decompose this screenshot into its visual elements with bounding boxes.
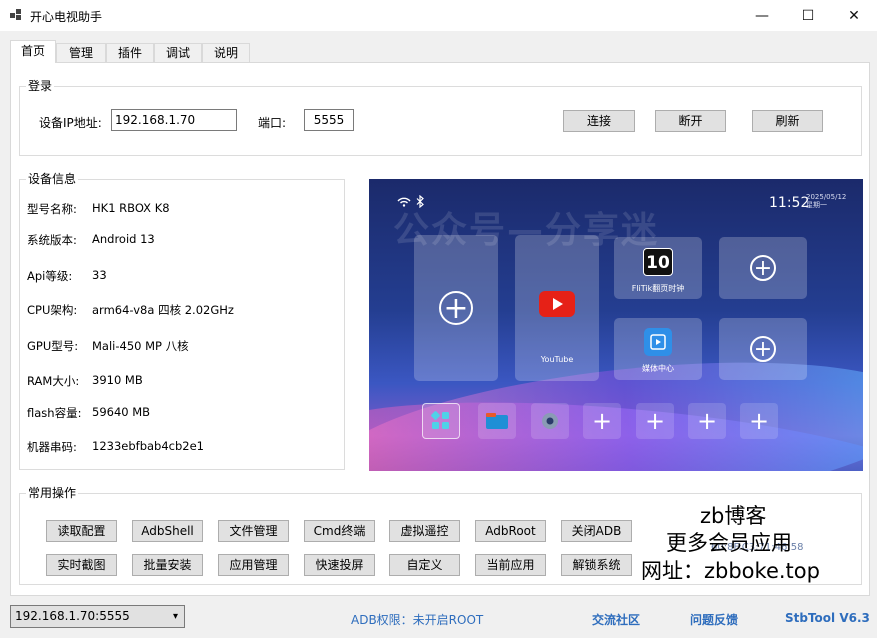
operations-group-label: 常用操作 (26, 486, 79, 500)
custom-button[interactable]: 自定义 (389, 554, 460, 576)
info-key: flash容量: (27, 406, 82, 420)
wifi-icon (397, 197, 411, 210)
close-button[interactable]: ✕ (831, 0, 877, 31)
info-value: Android 13 (92, 232, 155, 246)
info-key: CPU架构: (27, 303, 78, 317)
read-config-button[interactable]: 读取配置 (46, 520, 117, 542)
info-value: 1233ebfbab4cb2e1 (92, 439, 204, 453)
disconnect-button[interactable]: 断开 (655, 110, 726, 132)
login-group: 登录 设备IP地址: 192.168.1.70 端口: 5555 连接 断开 刷… (19, 79, 862, 156)
app-card-media[interactable]: 媒体中心 (614, 318, 702, 380)
app-manager-button[interactable]: 应用管理 (218, 554, 289, 576)
virtual-remote-button[interactable]: 虚拟遥控 (389, 520, 460, 542)
plus-icon: + (439, 291, 473, 326)
app-card-add[interactable]: + (414, 235, 498, 381)
maximize-button[interactable]: ☐ (785, 0, 831, 31)
info-value: 3910 MB (92, 373, 143, 387)
promo-line-3: 网址：zbboke.top (641, 559, 820, 583)
app-card-add[interactable]: + (719, 318, 807, 380)
refresh-button[interactable]: 刷新 (752, 110, 823, 132)
plus-icon: + (750, 336, 776, 362)
screen-preview[interactable]: 公众号—分享迷 11:52 2025/05/12 星期一 + YouTube 1… (369, 179, 863, 471)
adbroot-button[interactable]: AdbRoot (475, 520, 546, 542)
screenshot-button[interactable]: 实时截图 (46, 554, 117, 576)
adb-status-text: ADB权限：未开启ROOT (351, 613, 484, 627)
feedback-link[interactable]: 问题反馈 (690, 611, 738, 628)
file-manager-button[interactable]: 文件管理 (218, 520, 289, 542)
info-key: Api等级: (27, 269, 73, 283)
batch-install-button[interactable]: 批量安装 (132, 554, 203, 576)
app-card-youtube[interactable]: YouTube (515, 235, 599, 381)
port-label: 端口: (258, 116, 287, 130)
promo-line-2: 更多会员应用 (666, 531, 792, 555)
fliptik-label: FliTik翻页时钟 (631, 284, 685, 293)
adbshell-button[interactable]: AdbShell (132, 520, 203, 542)
app-card-add[interactable]: + (719, 237, 807, 299)
info-key: 型号名称: (27, 202, 77, 216)
device-select-value: 192.168.1.70:5555 (15, 609, 130, 623)
minimize-button[interactable]: — (739, 0, 785, 31)
tab-plugins[interactable]: 插件 (106, 43, 154, 63)
app-card-fliptik[interactable]: 10 FliTik翻页时钟 (614, 237, 702, 299)
connect-button[interactable]: 连接 (563, 110, 635, 132)
device-info-group-label: 设备信息 (26, 172, 79, 186)
info-value: arm64-v8a 四核 2.02GHz (92, 303, 234, 317)
current-app-button[interactable]: 当前应用 (475, 554, 546, 576)
fliptik-icon: 10 (643, 248, 673, 276)
login-group-label: 登录 (26, 79, 55, 93)
device-info-group: 设备信息 (19, 172, 345, 470)
preview-date-value: 2025/05/12 (806, 193, 847, 201)
close-adb-button[interactable]: 关闭ADB (561, 520, 632, 542)
dock-add-icon[interactable]: + (583, 403, 621, 439)
info-value: Mali-450 MP 八核 (92, 339, 189, 353)
media-center-label: 媒体中心 (642, 364, 674, 373)
tab-help[interactable]: 说明 (202, 43, 250, 63)
ip-input[interactable]: 192.168.1.70 (111, 109, 237, 131)
chevron-down-icon: ▾ (172, 611, 178, 622)
quick-cast-button[interactable]: 快速投屏 (304, 554, 375, 576)
app-icon (10, 9, 23, 22)
cmd-terminal-button[interactable]: Cmd终端 (304, 520, 375, 542)
preview-date: 2025/05/12 星期一 (806, 193, 846, 209)
version-label: StbTool V6.3 (785, 611, 870, 625)
device-select[interactable]: 192.168.1.70:5555 ▾ (10, 605, 185, 628)
info-value: 33 (92, 268, 107, 282)
title-bar: 开心电视助手 — ☐ ✕ (0, 0, 877, 31)
status-bar: 192.168.1.70:5555 ▾ ADB权限：未开启ROOT 交流社区 问… (0, 600, 877, 638)
tab-debug[interactable]: 调试 (154, 43, 202, 63)
promo-line-1: zb博客 (700, 504, 767, 528)
media-center-icon (644, 328, 672, 356)
info-key: RAM大小: (27, 374, 80, 388)
info-value: 59640 MB (92, 405, 151, 419)
dock-settings-icon[interactable] (531, 403, 569, 439)
plus-icon: + (750, 255, 776, 281)
tab-home[interactable]: 首页 (10, 40, 56, 63)
dock-apps-icon[interactable] (422, 403, 460, 439)
youtube-label: YouTube (540, 355, 574, 364)
ip-label: 设备IP地址: (39, 116, 102, 130)
dock-folder-icon[interactable] (478, 403, 516, 439)
community-link[interactable]: 交流社区 (592, 611, 640, 628)
info-key: GPU型号: (27, 339, 79, 353)
tab-manage[interactable]: 管理 (56, 43, 106, 63)
preview-weekday: 星期一 (806, 201, 827, 209)
info-key: 系统版本: (27, 233, 77, 247)
info-key: 机器串码: (27, 440, 77, 454)
dock-add-icon[interactable]: + (740, 403, 778, 439)
bluetooth-icon (416, 194, 424, 211)
unlock-system-button[interactable]: 解锁系统 (561, 554, 632, 576)
window-title: 开心电视助手 (30, 10, 103, 24)
preview-clock: 11:52 (769, 195, 810, 211)
info-value: HK1 RBOX K8 (92, 201, 170, 215)
dock-add-icon[interactable]: + (688, 403, 726, 439)
dock-add-icon[interactable]: + (636, 403, 674, 439)
youtube-icon (539, 291, 575, 317)
port-input[interactable]: 5555 (304, 109, 354, 131)
